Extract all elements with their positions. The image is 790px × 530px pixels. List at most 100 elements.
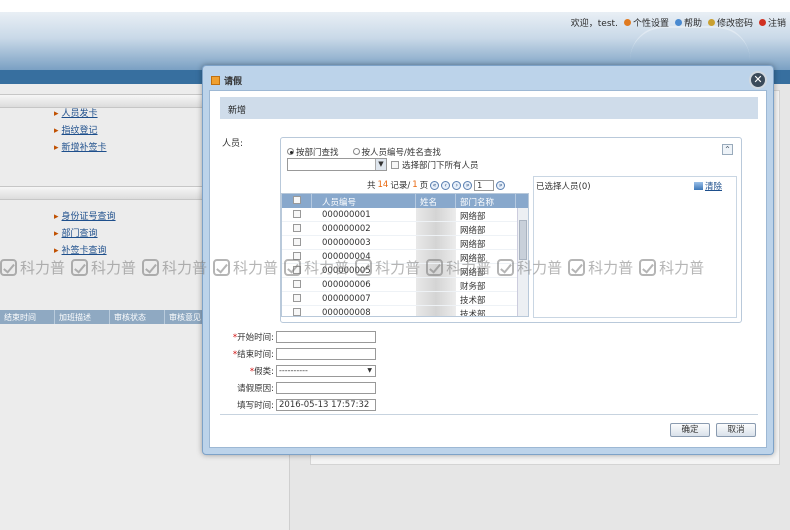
- radio-by-id[interactable]: 按人员编号/姓名查找: [352, 146, 441, 158]
- row-checkbox[interactable]: [293, 308, 301, 316]
- dialog-buttons: 确定 取消: [670, 423, 756, 437]
- reason-input[interactable]: [276, 382, 376, 394]
- watermark-text: 科力普: [304, 258, 350, 277]
- watermark-text: 科力普: [233, 258, 279, 277]
- personal-settings-link[interactable]: 个性设置: [623, 16, 669, 29]
- side-link-fingerprint[interactable]: 指纹登记: [54, 123, 98, 136]
- dialog-title-text: 请假: [224, 77, 243, 87]
- go-page-icon[interactable]: »: [496, 180, 506, 190]
- table-row[interactable]: 000000007 技术部: [282, 292, 528, 306]
- grid-col: 结束时间: [0, 310, 55, 324]
- side-link-id-query[interactable]: 身份证号查询: [54, 209, 116, 222]
- chevron-down-icon: ▼: [375, 159, 386, 170]
- select-all-dept-row[interactable]: 选择部门下所有人员: [391, 159, 479, 171]
- row-checkbox-cell: [282, 292, 312, 305]
- leave-type-row: *假类: ---------- ▼: [230, 365, 376, 377]
- pager-prefix: 共: [367, 181, 376, 191]
- watermark-item: 科力普: [639, 255, 704, 279]
- logout-icon: [758, 19, 766, 26]
- row-checkbox[interactable]: [293, 280, 301, 288]
- watermark-text: 科力普: [659, 258, 705, 277]
- watermark-logo-icon: [142, 258, 160, 276]
- start-time-input[interactable]: [276, 331, 376, 343]
- row-checkbox-cell: [282, 236, 312, 249]
- help-link[interactable]: 帮助: [674, 16, 702, 29]
- watermark: 科力普 科力普 科力普 科力普 科力普 科力普 科力普 科力普 科力普 科力普: [0, 255, 790, 279]
- next-page-icon[interactable]: ›: [452, 180, 462, 190]
- watermark-logo-icon: [568, 258, 586, 276]
- pager-pages: 1: [412, 180, 418, 190]
- cell-name: [416, 222, 456, 235]
- watermark-logo-icon: [426, 258, 444, 276]
- row-checkbox-cell: [282, 208, 312, 221]
- side-link-dept-query[interactable]: 部门查询: [54, 226, 98, 239]
- cell-name: [416, 208, 456, 221]
- radio-by-dept[interactable]: 按部门查找: [287, 146, 339, 158]
- change-password-link[interactable]: 修改密码: [707, 16, 753, 29]
- watermark-item: 科力普: [426, 255, 491, 279]
- scrollbar-thumb[interactable]: [519, 220, 527, 260]
- fill-time-input[interactable]: 2016-05-13 17:57:32: [276, 399, 376, 411]
- logout-link[interactable]: 注销: [758, 16, 786, 29]
- cell-name: [416, 292, 456, 305]
- watermark-text: 科力普: [20, 258, 66, 277]
- start-time-label: *开始时间:: [232, 333, 274, 343]
- table-row[interactable]: 000000008 技术部: [282, 306, 528, 317]
- table-row[interactable]: 000000003 网络部: [282, 236, 528, 250]
- section-title: 新增: [220, 97, 758, 119]
- watermark-item: 科力普: [355, 255, 420, 279]
- col-id-header: 人员编号: [312, 194, 416, 208]
- cell-id: 000000008: [322, 308, 371, 317]
- watermark-logo-icon: [71, 258, 89, 276]
- ok-button[interactable]: 确定: [670, 423, 710, 437]
- row-checkbox[interactable]: [293, 210, 301, 218]
- reason-row: 请假原因:: [230, 382, 376, 394]
- watermark-item: 科力普: [497, 255, 562, 279]
- close-button[interactable]: ✕: [749, 71, 767, 89]
- dept-select[interactable]: ▼: [287, 158, 387, 171]
- col-dept-header: 部门名称: [456, 194, 516, 208]
- watermark-text: 科力普: [375, 258, 421, 277]
- select-all-checkbox[interactable]: [292, 196, 301, 204]
- pager: 共 14 记录/ 1 页 « ‹ › » 1 »: [367, 179, 506, 191]
- end-time-input[interactable]: [276, 348, 376, 360]
- last-page-icon[interactable]: »: [463, 180, 473, 190]
- cell-dept: 网络部: [460, 240, 486, 250]
- cell-id: 000000003: [322, 238, 371, 248]
- row-checkbox-cell: [282, 222, 312, 235]
- cell-dept: 网络部: [460, 226, 486, 236]
- grid-col: 加班描述: [55, 310, 110, 324]
- row-checkbox[interactable]: [293, 224, 301, 232]
- clear-button[interactable]: 清除: [693, 180, 722, 192]
- chevron-down-icon: ▼: [367, 367, 372, 374]
- first-page-icon[interactable]: «: [430, 180, 440, 190]
- side-link-issue-card[interactable]: 人员发卡: [54, 106, 98, 119]
- collapse-icon[interactable]: ⌃: [722, 144, 733, 155]
- watermark-text: 科力普: [588, 258, 634, 277]
- watermark-item: 科力普: [213, 255, 278, 279]
- radio-icon: [352, 148, 360, 155]
- side-link-add-card[interactable]: 新增补签卡: [54, 140, 107, 153]
- selected-persons-panel: 已选择人员(0) 清除: [533, 176, 737, 318]
- prev-page-icon[interactable]: ‹: [441, 180, 451, 190]
- watermark-logo-icon: [0, 258, 17, 276]
- cell-id: 000000002: [322, 224, 371, 234]
- page-number-input[interactable]: 1: [474, 179, 495, 191]
- cancel-button[interactable]: 取消: [716, 423, 756, 437]
- table-row[interactable]: 000000002 网络部: [282, 222, 528, 236]
- cell-dept: 财务部: [460, 282, 486, 292]
- pager-suffix: 页: [419, 181, 429, 191]
- pager-total: 14: [377, 180, 389, 190]
- checkbox[interactable]: [391, 161, 399, 169]
- cell-id: 000000001: [322, 210, 371, 220]
- row-checkbox[interactable]: [293, 238, 301, 246]
- watermark-logo-icon: [639, 258, 657, 276]
- table-row[interactable]: 000000001 网络部: [282, 208, 528, 222]
- cell-dept: 网络部: [460, 212, 486, 222]
- row-checkbox[interactable]: [293, 294, 301, 302]
- leave-type-select[interactable]: ---------- ▼: [276, 365, 376, 377]
- table-row[interactable]: 000000006 财务部: [282, 278, 528, 292]
- cell-dept: 技术部: [460, 310, 486, 317]
- grid-col: 审核状态: [110, 310, 165, 324]
- cell-name: [416, 278, 456, 291]
